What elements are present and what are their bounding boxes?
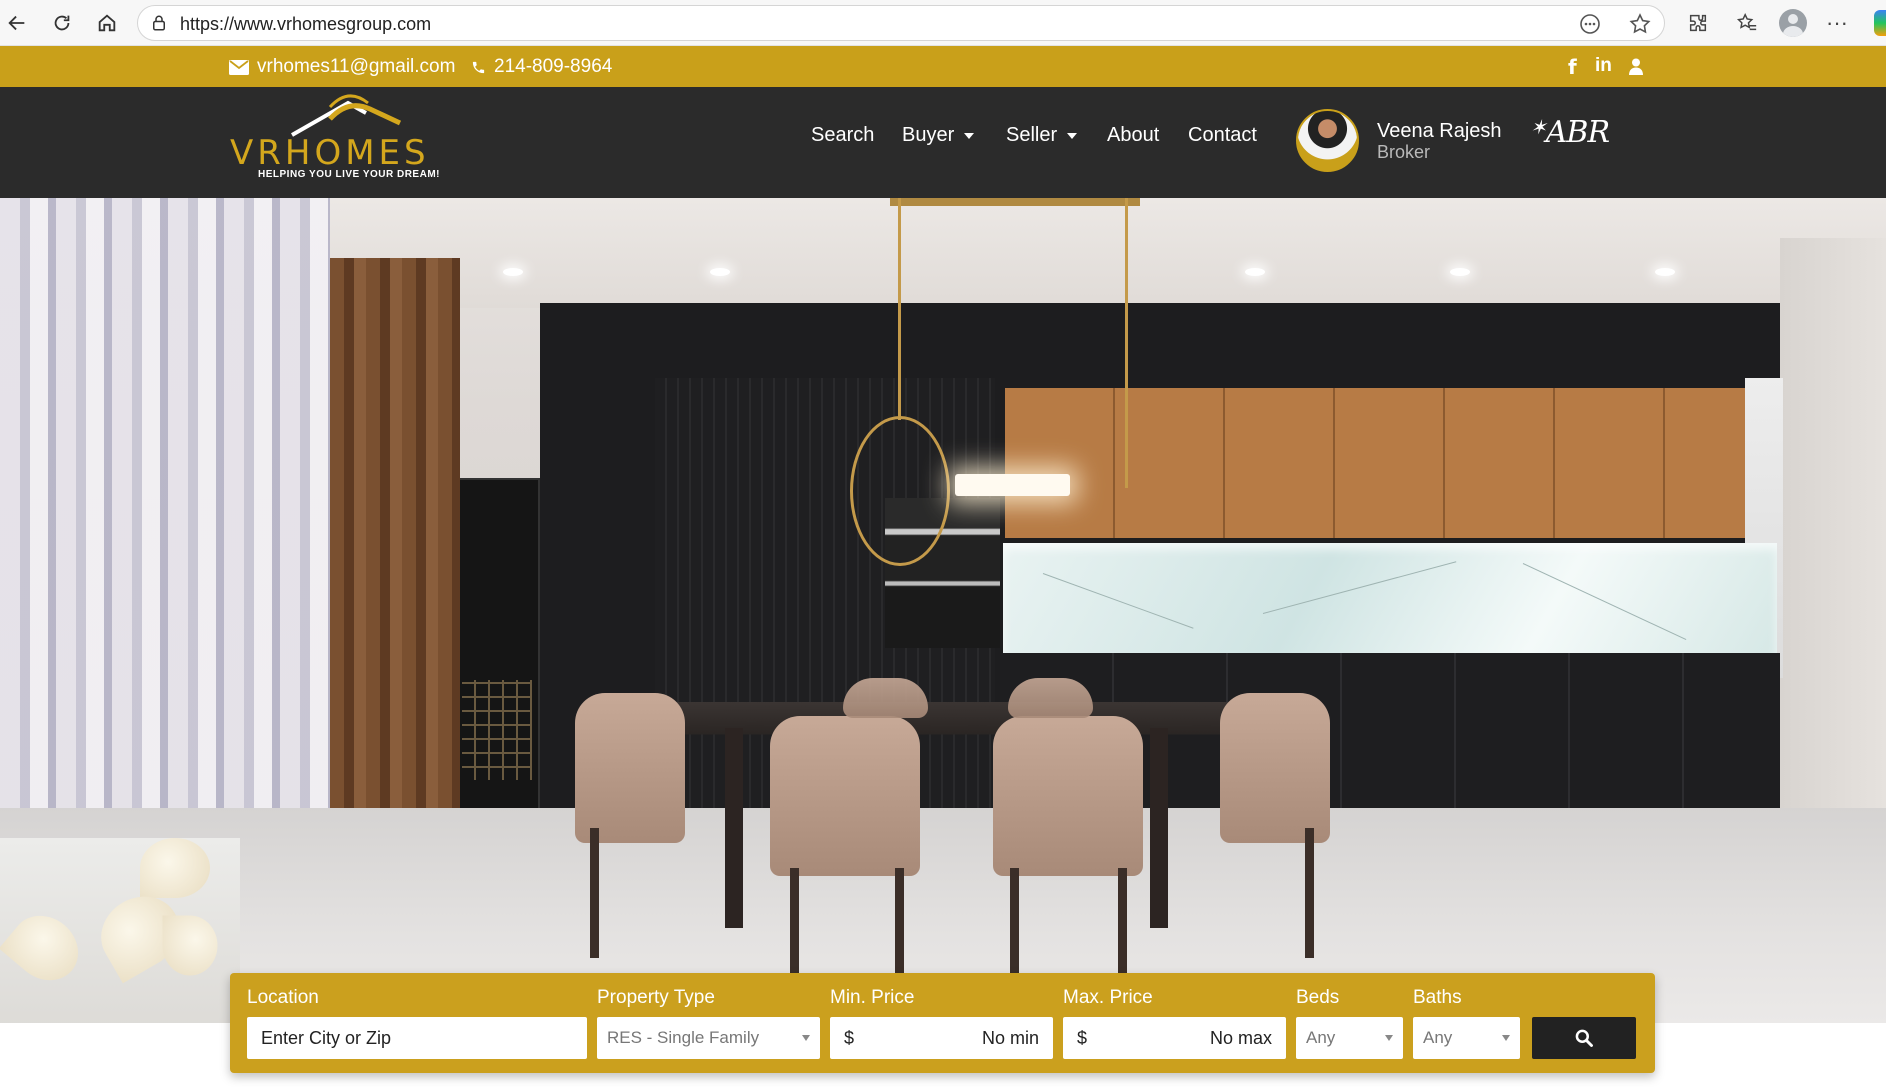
search-submit-button[interactable]: [1532, 1017, 1636, 1059]
abr-badge-text: ABR: [1545, 115, 1610, 150]
site-header: VRHOMES HELPING YOU LIVE YOUR DREAM! Sea…: [0, 87, 1886, 198]
email-link[interactable]: vrhomes11@gmail.com: [229, 56, 455, 78]
dropdown-arrow-icon: [1502, 1035, 1510, 1041]
beds-value[interactable]: Any: [1306, 1028, 1335, 1048]
nav-buyer[interactable]: Buyer: [902, 124, 975, 147]
address-bar[interactable]: https://www.vrhomesgroup.com: [137, 5, 1665, 41]
dropdown-arrow-icon: [1385, 1035, 1393, 1041]
house-roof-icon: [291, 94, 402, 137]
location-input[interactable]: Enter City or Zip: [247, 1017, 587, 1059]
beds-label: Beds: [1296, 987, 1340, 1008]
phone-text[interactable]: 214-809-8964: [494, 56, 612, 78]
logo-tagline: HELPING YOU LIVE YOUR DREAM!: [258, 169, 440, 180]
nav-search-label[interactable]: Search: [811, 124, 874, 147]
max-price-input[interactable]: $ No max: [1063, 1017, 1286, 1059]
location-label: Location: [247, 987, 319, 1008]
phone-icon: [472, 61, 485, 73]
facebook-icon[interactable]: f: [1568, 55, 1577, 79]
nav-contact[interactable]: Contact: [1188, 124, 1257, 147]
nav-buyer-label[interactable]: Buyer: [902, 124, 954, 147]
browser-toolbar: https://www.vrhomesgroup.com ···: [0, 0, 1886, 46]
dropdown-arrow-icon: [802, 1035, 810, 1041]
reading-mode-icon[interactable]: [1578, 12, 1602, 36]
more-options-icon[interactable]: ···: [1822, 8, 1852, 38]
extensions-icon[interactable]: [1683, 8, 1713, 38]
back-icon[interactable]: [2, 8, 32, 38]
logo-wordmark: VRHOMES: [230, 133, 430, 173]
refresh-icon[interactable]: [47, 8, 77, 38]
min-price-value[interactable]: No min: [982, 1028, 1039, 1049]
hero-kitchen-image: [0, 198, 1886, 1023]
linkedin-icon[interactable]: in: [1595, 55, 1612, 77]
contact-topbar: vrhomes11@gmail.com 214-809-8964 f in: [0, 46, 1886, 87]
property-search-panel: Location Enter City or Zip Property Type…: [230, 973, 1655, 1073]
nav-about[interactable]: About: [1107, 124, 1159, 147]
envelope-icon: [229, 59, 249, 75]
abr-badge: ✶ABR: [1530, 115, 1610, 150]
user-icon[interactable]: [1629, 58, 1643, 75]
nav-seller[interactable]: Seller: [1006, 124, 1078, 147]
nav-search[interactable]: Search: [811, 124, 874, 147]
lock-icon[interactable]: [150, 14, 168, 32]
property-type-label: Property Type: [597, 987, 715, 1008]
caret-down-icon: [1067, 132, 1078, 139]
agent-name[interactable]: Veena Rajesh: [1377, 120, 1502, 143]
max-price-currency: $: [1077, 1027, 1088, 1048]
email-text[interactable]: vrhomes11@gmail.com: [257, 56, 455, 78]
vrhomes-logo[interactable]: VRHOMES HELPING YOU LIVE YOUR DREAM!: [230, 87, 480, 195]
baths-label: Baths: [1413, 987, 1462, 1008]
url-text[interactable]: https://www.vrhomesgroup.com: [180, 14, 431, 35]
nav-contact-label[interactable]: Contact: [1188, 124, 1257, 147]
phone-link[interactable]: 214-809-8964: [471, 56, 612, 78]
profile-avatar[interactable]: [1778, 8, 1808, 38]
caret-down-icon: [964, 132, 975, 139]
home-icon[interactable]: [92, 8, 122, 38]
min-price-currency: $: [844, 1027, 855, 1048]
baths-value[interactable]: Any: [1423, 1028, 1452, 1048]
favorite-star-icon[interactable]: [1628, 12, 1652, 36]
property-type-value[interactable]: RES - Single Family: [607, 1028, 759, 1048]
max-price-label: Max. Price: [1063, 987, 1153, 1008]
agent-photo[interactable]: [1296, 109, 1359, 172]
min-price-label: Min. Price: [830, 987, 915, 1008]
copilot-icon[interactable]: [1874, 10, 1886, 36]
abr-star-icon: ✶: [1530, 115, 1547, 139]
location-placeholder[interactable]: Enter City or Zip: [261, 1028, 391, 1049]
magnifier-icon: [1575, 1029, 1593, 1047]
agent-role: Broker: [1377, 142, 1431, 162]
property-type-select[interactable]: RES - Single Family: [597, 1017, 820, 1059]
beds-select[interactable]: Any: [1296, 1017, 1403, 1059]
nav-seller-label[interactable]: Seller: [1006, 124, 1057, 147]
min-price-input[interactable]: $ No min: [830, 1017, 1053, 1059]
nav-about-label[interactable]: About: [1107, 124, 1159, 147]
max-price-value[interactable]: No max: [1210, 1028, 1272, 1049]
favorites-icon[interactable]: [1732, 8, 1762, 38]
baths-select[interactable]: Any: [1413, 1017, 1520, 1059]
